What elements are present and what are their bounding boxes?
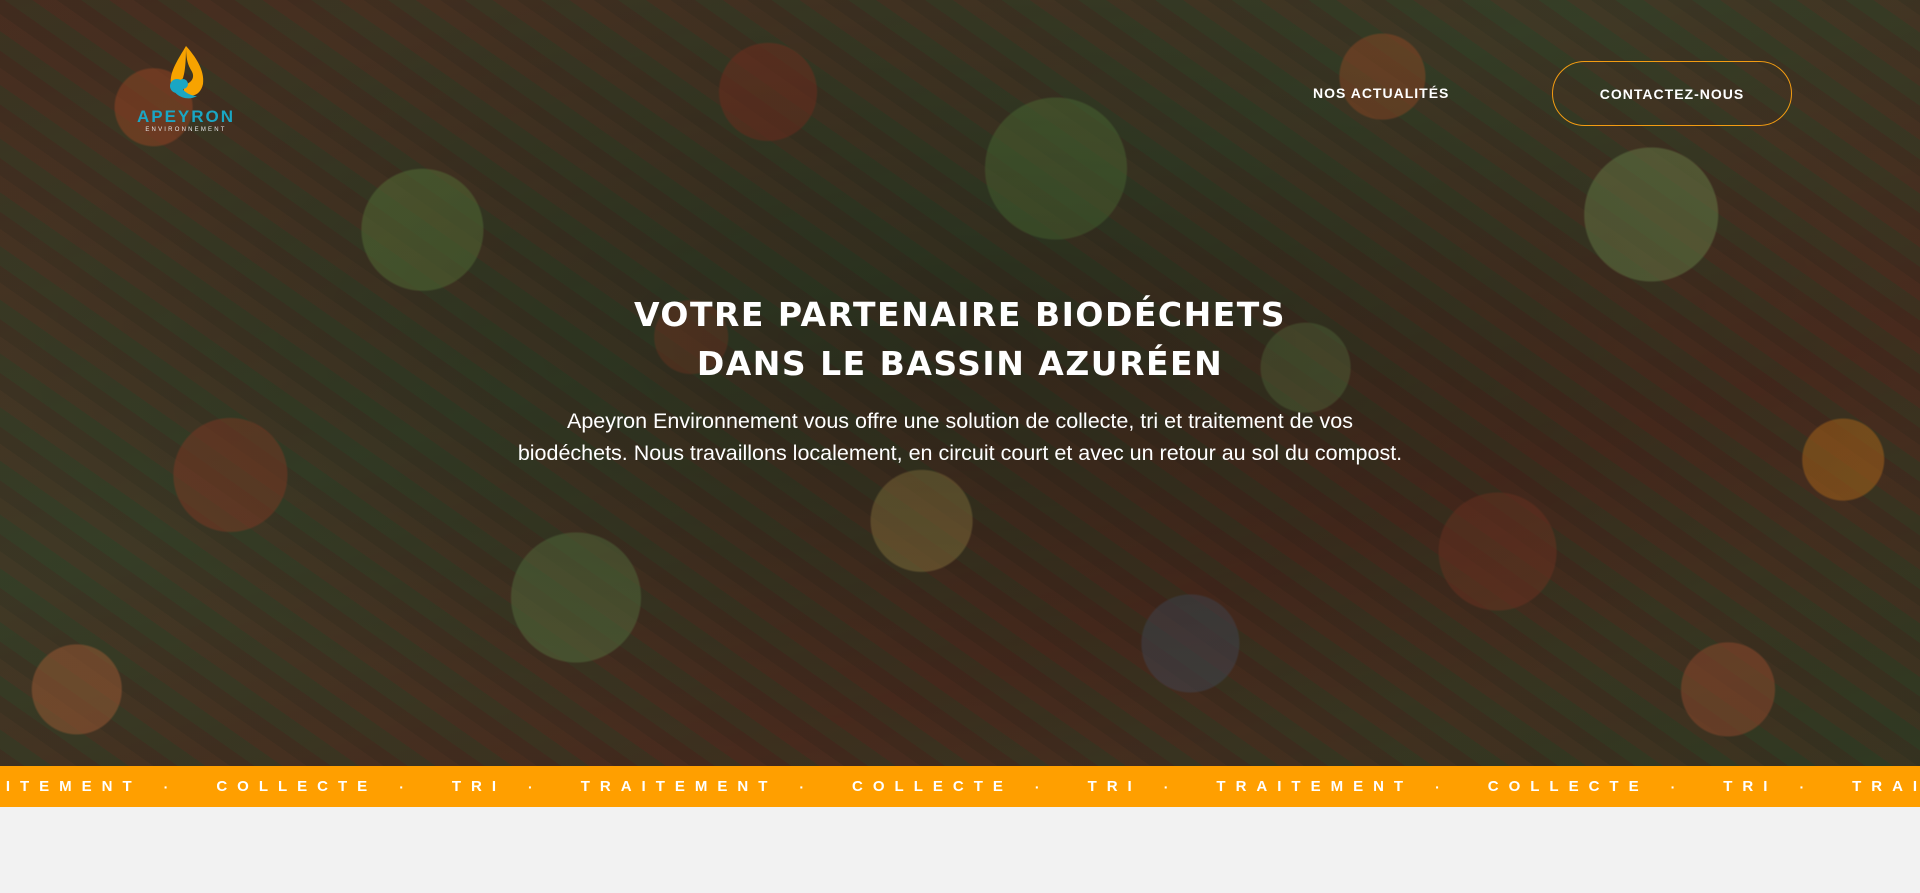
ticker-item: TRI — [451, 778, 507, 795]
ticker-item: COLLECTE — [852, 778, 1013, 795]
brand-tagline: ENVIRONNEMENT — [145, 127, 227, 133]
ticker-separator: · — [528, 778, 533, 795]
ticker-track: AITEMENT · COLLECTE · TRI · TRAITEMENT · COLLECT… — [0, 778, 1920, 795]
ticker-item: TRI — [1723, 778, 1778, 795]
ticker-separator: · — [1670, 778, 1676, 795]
description-line-2: biodéchets. Nous travaillons localement,… — [517, 441, 1403, 465]
headline-line-1: VOTRE PARTENAIRE BIODÉCHETS — [633, 295, 1287, 334]
brand-logo[interactable]: APEYRON ENVIRONNEMENT — [126, 40, 246, 140]
hero-description: Apeyron Environnement vous offre une sol… — [460, 405, 1460, 469]
ticker-separator: · — [799, 778, 805, 795]
ticker-separator: · — [1435, 778, 1440, 795]
headline-line-2: DANS LE BASSIN AZURÉEN — [696, 344, 1224, 383]
nav-news-link[interactable]: NOS ACTUALITÉS — [1313, 85, 1449, 101]
ticker-item: COLLECTE — [1487, 778, 1649, 795]
logo-mark-icon — [170, 46, 204, 99]
services-ticker: AITEMENT · COLLECTE · TRI · TRAITEMENT · COLLECT… — [0, 766, 1920, 807]
contact-button[interactable]: CONTACTEZ-NOUS — [1552, 61, 1792, 126]
ticker-separator: · — [163, 778, 169, 795]
ticker-separator: · — [1799, 778, 1805, 795]
ticker-item: TRI — [1087, 778, 1142, 795]
ticker-item: TRAIT — [1852, 778, 1920, 795]
ticker-item: TRAITEMENT — [1216, 778, 1414, 795]
description-line-1: Apeyron Environnement vous offre une sol… — [567, 409, 1353, 433]
ticker-item: AITEMENT — [0, 778, 142, 795]
hero-section: APEYRON ENVIRONNEMENT NOS ACTUALITÉS CON… — [0, 0, 1920, 766]
brand-name: APEYRON — [136, 107, 236, 126]
ticker-separator: · — [1034, 778, 1040, 795]
ticker-separator: · — [399, 778, 404, 795]
ticker-item: COLLECTE — [216, 778, 378, 795]
hero-headline: VOTRE PARTENAIRE BIODÉCHETS DANS LE BASS… — [0, 290, 1920, 388]
ticker-item: TRAITEMENT — [580, 778, 778, 795]
ticker-separator: · — [1163, 778, 1169, 795]
